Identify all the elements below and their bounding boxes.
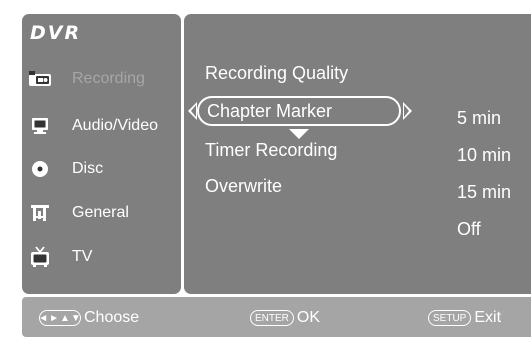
sidebar-item-general[interactable]: General <box>28 196 178 230</box>
hint-exit: SETUP Exit <box>428 309 501 327</box>
hint-label: Exit <box>474 309 502 326</box>
hint-label: Choose <box>84 309 140 326</box>
hint-choose: ◄►▲▼ Choose <box>38 309 140 327</box>
direction-keys-icon: ◄►▲▼ <box>38 310 81 326</box>
option-recording-quality[interactable]: Recording Quality <box>205 63 348 84</box>
sidebar-item-audio-video[interactable]: Audio/Video <box>28 109 178 143</box>
tv-icon <box>28 245 52 269</box>
tools-icon <box>28 201 52 225</box>
sidebar-item-recording[interactable]: Recording <box>28 62 178 96</box>
setup-key-icon: SETUP <box>428 310 472 326</box>
sidebar-item-disc[interactable]: Disc <box>28 152 178 186</box>
sidebar-item-label: Disc <box>72 160 104 177</box>
hint-label: OK <box>296 309 321 326</box>
hint-ok: ENTER OK <box>250 309 320 327</box>
sidebar-item-label: TV <box>72 248 93 265</box>
option-timer-recording[interactable]: Timer Recording <box>205 140 337 161</box>
sidebar-item-label: Recording <box>72 70 145 87</box>
sidebar-item-label: General <box>72 204 129 221</box>
selection-highlight: Chapter Marker <box>197 96 401 126</box>
option-label: Chapter Marker <box>207 101 333 121</box>
monitor-icon <box>28 114 52 138</box>
arrow-right-icon[interactable] <box>403 102 412 120</box>
sidebar-item-label: Audio/Video <box>72 117 158 134</box>
option-chapter-marker[interactable]: Chapter Marker <box>188 96 412 128</box>
video-camera-icon <box>28 67 52 91</box>
value-item[interactable]: 10 min <box>457 145 511 166</box>
disc-icon <box>28 157 52 181</box>
value-item[interactable]: 5 min <box>457 108 501 129</box>
enter-key-icon: ENTER <box>250 310 294 326</box>
value-item[interactable]: Off <box>457 219 481 240</box>
value-item[interactable]: 15 min <box>457 182 511 203</box>
app-title: DVR <box>30 22 82 44</box>
arrow-down-icon <box>289 129 309 139</box>
dvr-setup-screen: DVR Recording Audio/Video Disc General T… <box>0 0 531 337</box>
option-overwrite[interactable]: Overwrite <box>205 176 282 197</box>
sidebar-item-tv[interactable]: TV <box>28 240 178 274</box>
arrow-left-icon[interactable] <box>188 102 197 120</box>
